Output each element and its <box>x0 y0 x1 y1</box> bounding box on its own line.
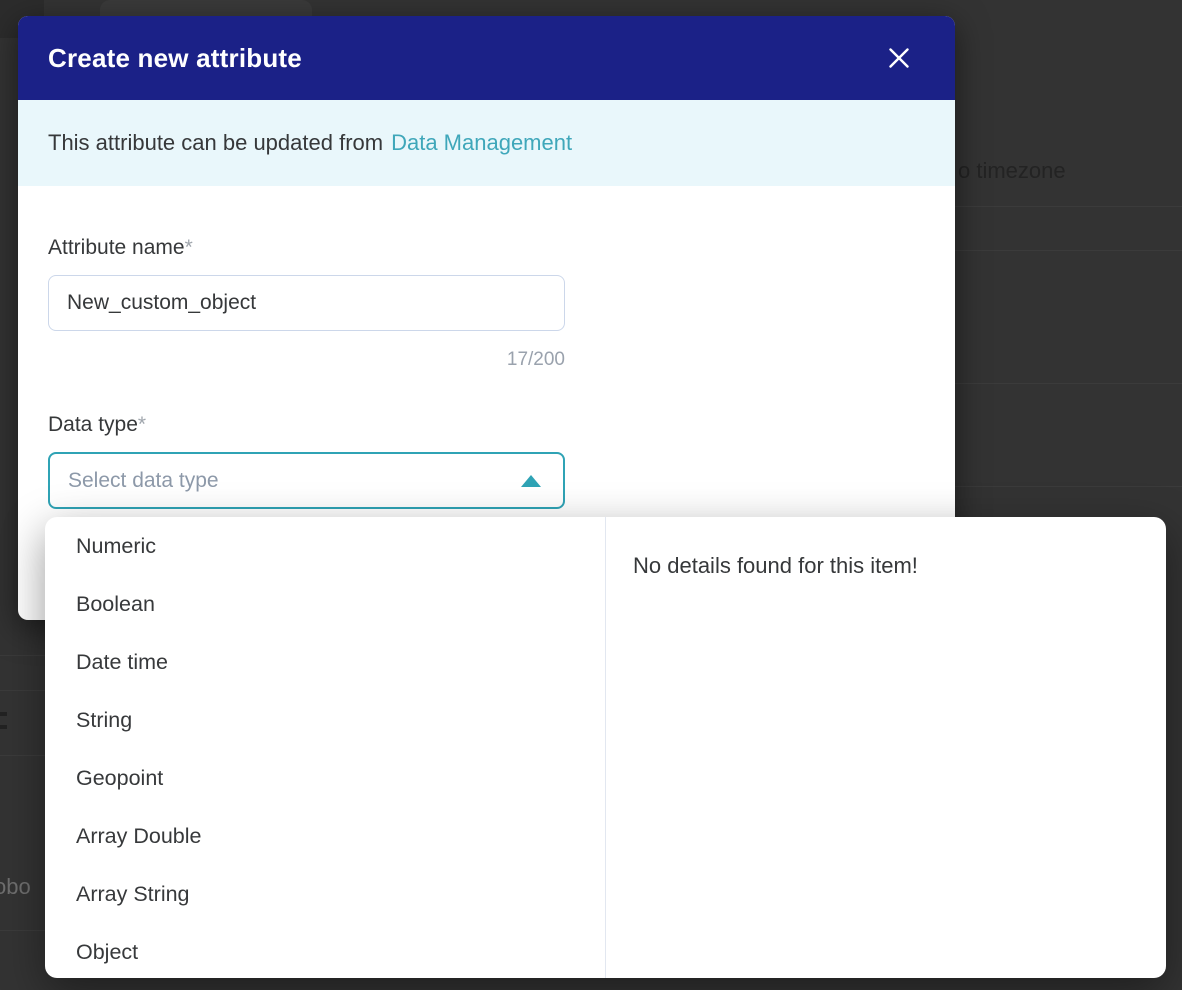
backdrop-row-divider <box>0 655 45 656</box>
modal-header: Create new attribute <box>18 16 955 100</box>
backdrop-card-top <box>100 0 312 16</box>
backdrop-row-divider <box>0 690 45 691</box>
data-type-label: Data type* <box>48 413 925 437</box>
attribute-name-input[interactable] <box>48 275 565 331</box>
modal-body: Attribute name* 17/200 Data type* Select… <box>18 236 955 509</box>
required-marker: * <box>185 236 193 259</box>
backdrop-row-divider <box>955 486 1182 487</box>
attribute-name-label: Attribute name* <box>48 236 925 260</box>
info-banner-text: This attribute can be updated from <box>48 130 383 156</box>
option-details-pane: No details found for this item! <box>606 517 1166 978</box>
data-type-option[interactable]: Boolean <box>45 575 605 633</box>
data-management-link[interactable]: Data Management <box>391 130 572 156</box>
data-type-option[interactable]: Numeric <box>45 517 605 575</box>
info-banner: This attribute can be updated from Data … <box>18 100 955 186</box>
data-type-option[interactable]: Array String <box>45 865 605 923</box>
data-type-option[interactable]: Date time <box>45 633 605 691</box>
modal-title: Create new attribute <box>48 43 881 74</box>
no-details-message: No details found for this item! <box>633 553 1136 579</box>
data-type-option[interactable]: Array Double <box>45 807 605 865</box>
backdrop-list-marks <box>0 712 7 732</box>
chevron-up-icon <box>521 475 541 487</box>
data-type-select[interactable]: Select data type <box>48 452 565 509</box>
data-type-placeholder: Select data type <box>68 469 521 493</box>
data-type-option[interactable]: Object <box>45 923 605 978</box>
data-type-option[interactable]: Geopoint <box>45 749 605 807</box>
backdrop-row-divider <box>0 930 45 931</box>
backdrop-row-divider <box>955 383 1182 384</box>
backdrop-row-divider <box>0 755 45 756</box>
close-icon <box>888 47 910 69</box>
required-marker: * <box>138 413 146 436</box>
backdrop-text-obo: obo <box>0 874 31 900</box>
data-type-dropdown: NumericBooleanDate timeStringGeopointArr… <box>45 517 1166 978</box>
data-type-option[interactable]: String <box>45 691 605 749</box>
close-button[interactable] <box>881 40 917 76</box>
data-type-option-list: NumericBooleanDate timeStringGeopointArr… <box>45 517 606 978</box>
backdrop-text-timezone: o timezone <box>958 158 1066 184</box>
char-counter: 17/200 <box>48 349 565 371</box>
backdrop-row-divider <box>955 250 1182 251</box>
backdrop-row-divider <box>955 206 1182 207</box>
